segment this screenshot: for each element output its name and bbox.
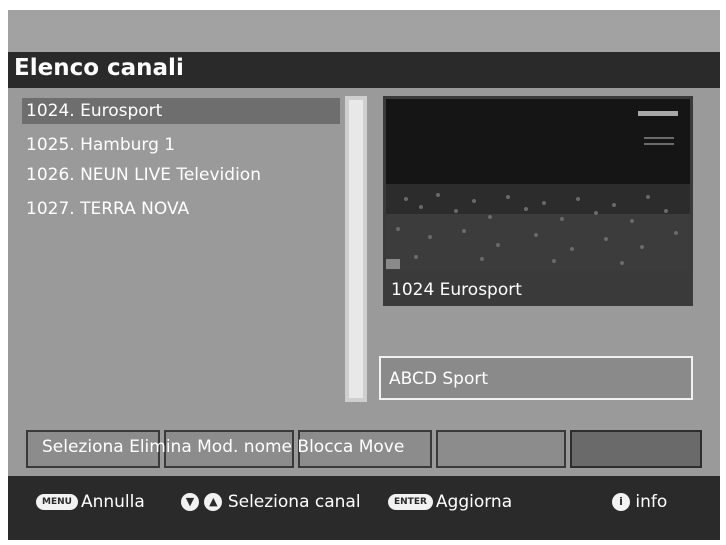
title-bar: Elenco canali xyxy=(8,52,720,88)
enter-hint: ENTER Aggiorna xyxy=(388,492,512,512)
tv-screen: Elenco canali 1024. Eurosport 1025. Hamb… xyxy=(8,10,720,540)
menu-key-icon: MENU xyxy=(36,494,78,510)
page-title: Elenco canali xyxy=(14,55,184,81)
info-hint: i info xyxy=(612,492,667,512)
stadium-crowd-image xyxy=(386,99,690,271)
arrow-down-icon: ▼ xyxy=(181,493,199,511)
channel-item-1026[interactable]: 1026. NEUN LIVE Televidion xyxy=(22,162,340,188)
channel-scrollbar[interactable] xyxy=(345,96,367,402)
channel-item-1025[interactable]: 1025. Hamburg 1 xyxy=(22,132,340,158)
menu-hint-label: Annulla xyxy=(80,492,145,512)
function-button-4[interactable] xyxy=(436,430,566,468)
program-info-box: ABCD Sport xyxy=(379,356,693,400)
top-strip xyxy=(8,10,720,52)
hint-bar: MENU Annulla ▼ ▲ Seleziona canal ENTER Agg… xyxy=(8,476,720,540)
preview-channel-label: 1024 Eurosport xyxy=(391,280,522,300)
program-name: ABCD Sport xyxy=(389,369,488,389)
function-bar-labels: Seleziona Elimina Mod. nome Blocca Move xyxy=(42,437,405,457)
scrollbar-thumb[interactable] xyxy=(349,100,363,398)
channel-preview: 1024 Eurosport xyxy=(383,96,693,306)
nav-hint-label: Seleziona canal xyxy=(227,492,361,512)
info-icon: i xyxy=(612,493,630,511)
info-hint-label: info xyxy=(635,492,668,512)
arrow-up-icon: ▲ xyxy=(204,493,223,511)
menu-hint: MENU Annulla xyxy=(36,492,145,512)
video-preview xyxy=(386,99,690,271)
function-button-5[interactable] xyxy=(570,430,702,468)
channel-item-1024[interactable]: 1024. Eurosport xyxy=(22,98,340,124)
channel-item-1027[interactable]: 1027. TERRA NOVA xyxy=(22,196,340,222)
enter-hint-label: Aggiorna xyxy=(435,492,513,512)
nav-hint: ▼ ▲ Seleziona canal xyxy=(181,492,361,512)
enter-key-icon: ENTER xyxy=(388,494,433,510)
